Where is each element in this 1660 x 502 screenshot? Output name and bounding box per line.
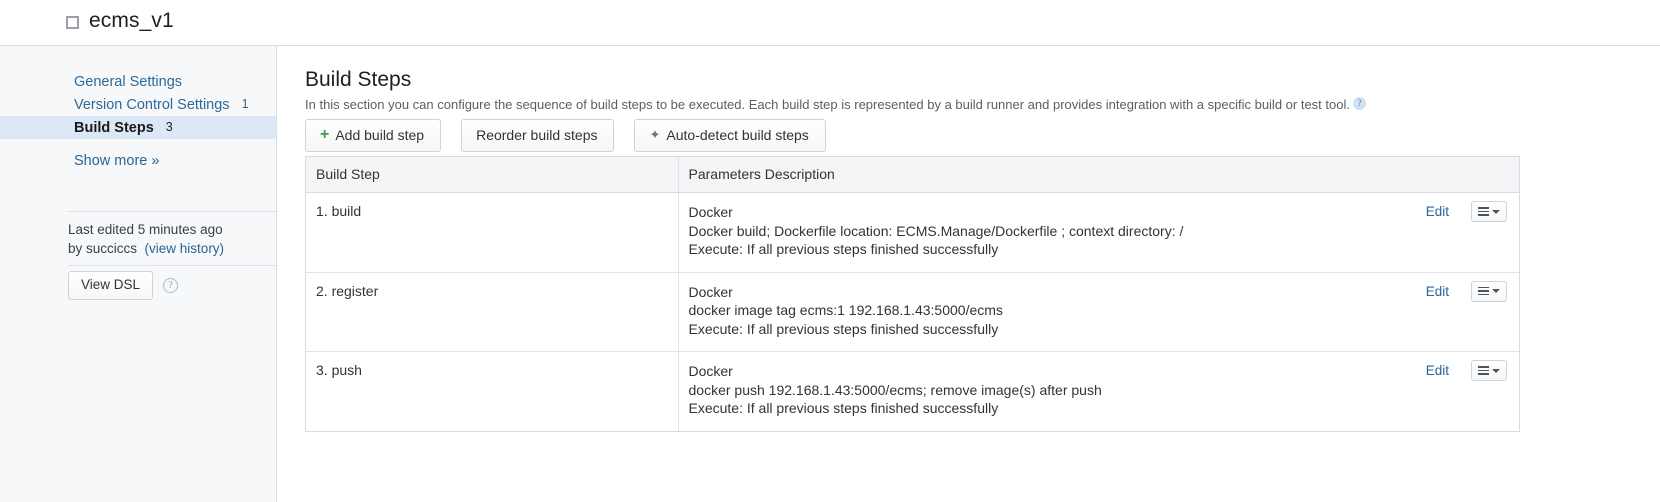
reorder-build-steps-label: Reorder build steps xyxy=(476,127,598,143)
last-edited-time: Last edited 5 minutes ago xyxy=(68,222,223,237)
section-description: In this section you can configure the se… xyxy=(305,96,1366,114)
edit-link[interactable]: Edit xyxy=(1426,363,1449,378)
sidebar-item-label: Version Control Settings xyxy=(74,96,230,113)
param-runner: Docker xyxy=(688,283,733,300)
sidebar-item-build-steps[interactable]: Build Steps 3 xyxy=(0,116,276,139)
table-row: 1. build Docker Docker build; Dockerfile… xyxy=(306,192,1519,273)
sidebar-divider-top xyxy=(68,211,277,212)
param-execute: Execute: If all previous steps finished … xyxy=(688,320,999,337)
row-menu-button[interactable] xyxy=(1471,201,1507,222)
edit-link[interactable]: Edit xyxy=(1426,204,1449,219)
add-build-step-label: Add build step xyxy=(335,127,425,143)
row-menu-button[interactable] xyxy=(1471,360,1507,381)
top-header-bar: ecms_v1 xyxy=(0,0,1660,46)
row-actions: Edit xyxy=(1426,280,1507,302)
sidebar-item-badge: 3 xyxy=(165,120,173,134)
chevron-down-icon xyxy=(1492,368,1500,373)
last-edited-info: Last edited 5 minutes ago by succiccs (v… xyxy=(68,220,283,258)
section-title: Build Steps xyxy=(305,68,412,91)
page-root: ecms_v1 General Settings Version Control… xyxy=(0,0,1660,502)
sidebar: General Settings Version Control Setting… xyxy=(0,46,277,502)
param-execute: Execute: If all previous steps finished … xyxy=(688,400,999,416)
cell-parameters-description: Docker Docker build; Dockerfile location… xyxy=(678,192,1519,273)
show-more-link[interactable]: Show more » xyxy=(0,150,276,172)
table-body: 1. build Docker Docker build; Dockerfile… xyxy=(306,192,1519,431)
auto-detect-build-steps-button[interactable]: ✦ Auto-detect build steps xyxy=(634,119,826,152)
list-icon xyxy=(1478,207,1489,216)
last-edited-author-row: by succiccs (view history) xyxy=(68,239,283,258)
row-actions: Edit xyxy=(1426,360,1507,381)
help-icon[interactable]: ? xyxy=(163,278,179,293)
row-menu-button[interactable] xyxy=(1471,280,1507,302)
wand-icon: ✦ xyxy=(649,127,661,142)
column-header-parameters-description: Parameters Description xyxy=(678,157,1519,193)
add-build-step-button[interactable]: + Add build step xyxy=(305,119,442,152)
param-detail: Docker build; Dockerfile location: ECMS.… xyxy=(688,222,1184,239)
sidebar-item-general-settings[interactable]: General Settings xyxy=(0,70,276,93)
build-steps-table: Build Step Parameters Description 1. bui… xyxy=(306,157,1519,431)
cell-parameters-description: Docker docker push 192.168.1.43:5000/ecm… xyxy=(678,352,1519,431)
list-icon xyxy=(1478,366,1489,375)
sidebar-item-version-control-settings[interactable]: Version Control Settings 1 xyxy=(0,93,276,116)
reorder-build-steps-button[interactable]: Reorder build steps xyxy=(461,119,615,152)
param-execute: Execute: If all previous steps finished … xyxy=(688,241,999,257)
sidebar-item-label: Build Steps xyxy=(74,119,154,136)
page-title: ecms_v1 xyxy=(89,9,174,32)
cell-build-step: 1. build xyxy=(306,192,679,273)
column-header-build-step: Build Step xyxy=(306,157,679,193)
row-actions: Edit xyxy=(1426,201,1507,222)
param-detail: docker push 192.168.1.43:5000/ecms; remo… xyxy=(688,381,1102,398)
auto-detect-build-steps-label: Auto-detect build steps xyxy=(666,127,809,143)
build-step-toolbar: + Add build step Reorder build steps ✦ A… xyxy=(305,119,826,152)
param-runner: Docker xyxy=(688,363,733,379)
section-description-text: In this section you can configure the se… xyxy=(305,97,1350,112)
view-dsl-group: View DSL ? xyxy=(68,271,179,300)
main-content: Build Steps In this section you can conf… xyxy=(278,46,1660,502)
sidebar-item-label: General Settings xyxy=(74,73,183,90)
project-title-group: ecms_v1 xyxy=(66,7,174,35)
table-header-row: Build Step Parameters Description xyxy=(306,157,1519,193)
table-row: 3. push Docker docker push 192.168.1.43:… xyxy=(306,351,1519,431)
sidebar-item-badge: 1 xyxy=(241,97,249,111)
sidebar-divider-bottom xyxy=(68,265,277,266)
cell-build-step: 2. register xyxy=(306,272,679,352)
table-row: 2. register Docker docker image tag ecms… xyxy=(306,272,1519,352)
chevron-down-icon xyxy=(1492,289,1500,293)
last-edited-author: by succiccs xyxy=(68,241,138,256)
param-detail: docker image tag ecms:1 192.168.1.43:500… xyxy=(688,302,1003,318)
view-dsl-button[interactable]: View DSL xyxy=(68,271,154,300)
plus-icon: + xyxy=(320,126,330,143)
param-runner: Docker xyxy=(688,204,733,220)
edit-link[interactable]: Edit xyxy=(1426,284,1449,299)
help-icon[interactable]: ? xyxy=(1352,97,1366,110)
square-outline-icon xyxy=(66,15,79,29)
build-steps-table-wrapper: Build Step Parameters Description 1. bui… xyxy=(305,156,1520,432)
list-icon xyxy=(1478,286,1489,296)
view-history-link[interactable]: (view history) xyxy=(145,241,225,256)
cell-build-step: 3. push xyxy=(306,351,679,431)
chevron-down-icon xyxy=(1492,209,1500,214)
cell-parameters-description: Docker docker image tag ecms:1 192.168.1… xyxy=(678,272,1519,352)
sidebar-nav: General Settings Version Control Setting… xyxy=(0,70,276,172)
table-header: Build Step Parameters Description xyxy=(306,157,1519,193)
